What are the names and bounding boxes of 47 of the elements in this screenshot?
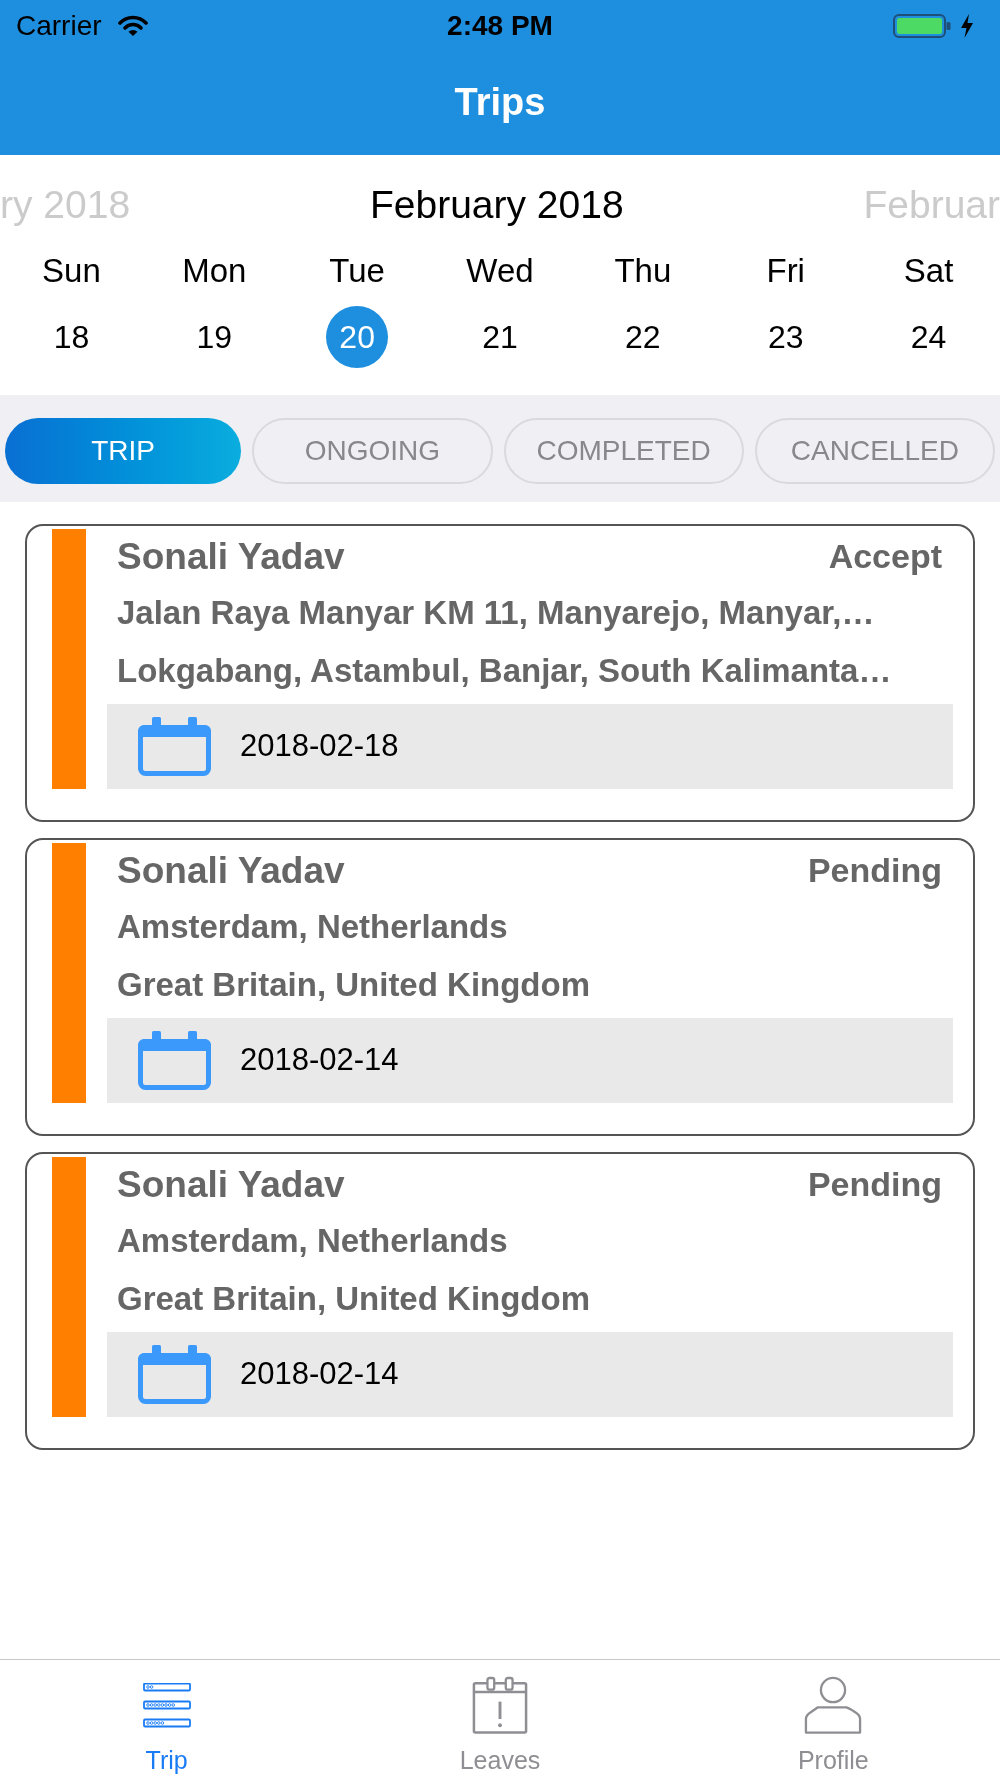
trip-card[interactable]: Sonali Yadav Pending Amsterdam, Netherlands Great Britain, United Kingdom 2018-02-14	[25, 1152, 975, 1450]
pickup-address: Amsterdam, Netherlands	[117, 1221, 508, 1262]
pickup-address: Jalan Raya Manyar KM 11, Manyarejo, Manyar,…	[117, 593, 875, 634]
weekday-label: Tue	[329, 251, 385, 292]
weekday-label: Sun	[42, 251, 101, 292]
tab-item[interactable]: Trip	[0, 1660, 334, 1778]
calendar-day[interactable]: 22	[611, 306, 674, 368]
trip-date: 2018-02-14	[240, 1041, 399, 1080]
carrier-label: Carrier	[16, 9, 102, 43]
month-title: February 2018	[369, 181, 624, 228]
list-icon	[142, 1682, 191, 1729]
page-title: Trips	[454, 80, 546, 125]
user-icon	[804, 1676, 863, 1735]
time-label: 2:48 PM	[447, 9, 553, 43]
wifi-icon	[117, 15, 148, 37]
filter-tab[interactable]: TRIP	[5, 418, 242, 484]
calendar-alert-icon	[472, 1676, 528, 1735]
trip-status: Accept	[828, 536, 942, 577]
pickup-address: Amsterdam, Netherlands	[117, 907, 508, 948]
calendar-day[interactable]: 20	[326, 306, 389, 368]
trip-date: 2018-02-18	[240, 727, 399, 766]
trip-status: Pending	[807, 1164, 942, 1205]
trip-card[interactable]: Sonali Yadav Accept Jalan Raya Manyar KM 11, Manyarejo, Manyar,… Lokgabang, Astambul, Banjar, South Kalimanta… 2018-02-18	[25, 524, 975, 822]
passenger-name: Sonali Yadav	[117, 1162, 345, 1207]
calendar-icon	[136, 1031, 213, 1090]
calendar-day[interactable]: 23	[754, 306, 817, 368]
passenger-name: Sonali Yadav	[117, 848, 345, 893]
charging-icon	[960, 14, 974, 38]
calendar-day[interactable]: 21	[469, 306, 531, 368]
calendar-icon	[136, 717, 213, 776]
weekday-label: Sat	[903, 251, 954, 292]
calendar-day[interactable]: 18	[40, 306, 103, 368]
battery-icon	[893, 14, 951, 38]
trip-card[interactable]: Sonali Yadav Pending Amsterdam, Netherlands Great Britain, United Kingdom 2018-02-14	[25, 838, 975, 1136]
trip-date: 2018-02-14	[240, 1355, 399, 1394]
dropoff-address: Great Britain, United Kingdom	[117, 1279, 591, 1320]
passenger-name: Sonali Yadav	[117, 534, 345, 579]
weekday-label: Thu	[614, 251, 672, 292]
dropoff-address: Great Britain, United Kingdom	[117, 965, 591, 1006]
trip-status: Pending	[807, 850, 942, 891]
weekday-label: Wed	[466, 251, 534, 292]
calendar-day[interactable]: 19	[183, 306, 246, 368]
calendar-icon	[136, 1345, 213, 1404]
weekday-label: Fri	[766, 251, 805, 292]
weekday-label: Mon	[182, 251, 247, 292]
calendar-day[interactable]: 24	[897, 306, 960, 368]
dropoff-address: Lokgabang, Astambul, Banjar, South Kalimanta…	[117, 651, 892, 692]
